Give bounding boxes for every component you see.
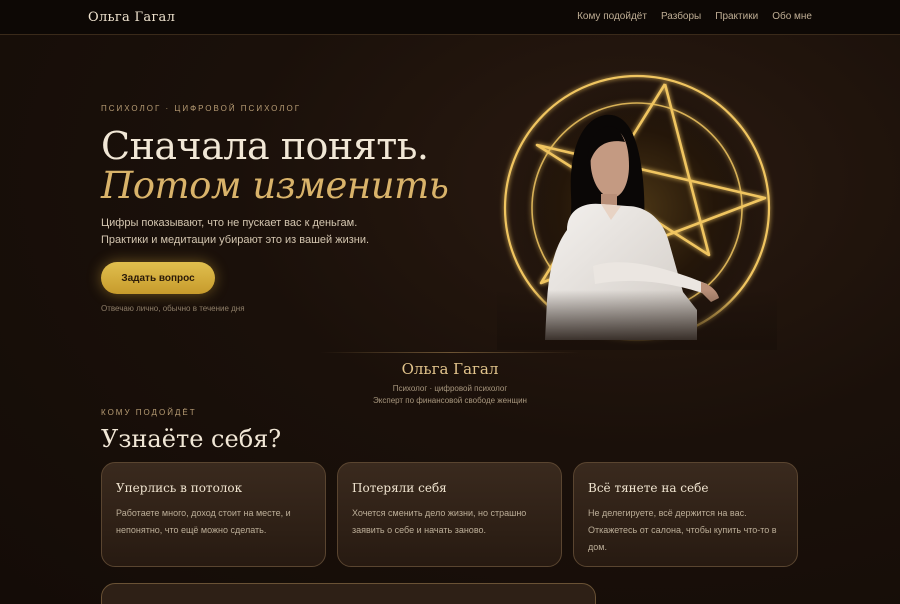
signature-name: Ольга Гагал [401,360,499,378]
nav-item-reviews[interactable]: Разборы [661,11,701,22]
signature-expertise: Эксперт по финансовой свободе женщин [373,396,527,405]
audience-card-carry-all: Всё тянете на себе Не делегируете, всё д… [573,462,798,567]
audience-card-lost-self: Потеряли себя Хочется сменить дело жизни… [337,462,562,567]
audience-title: Узнаёте себя? [101,425,282,453]
ask-question-button[interactable]: Задать вопрос [101,262,215,294]
brand-logo[interactable]: Ольга Гагал [88,10,175,25]
card-text: Не делегируете, всё держится на вас. Отк… [588,508,777,552]
next-section-card [101,583,596,604]
audience-card-ceiling: Уперлись в потолок Работаете много, дохо… [101,462,326,567]
hero-lead-line2: Практики и медитации убирают это из ваше… [101,234,370,246]
nav-item-audience[interactable]: Кому подойдёт [577,11,647,22]
audience-eyebrow: КОМУ ПОДОЙДЁТ [101,408,197,417]
hero-title-line2: Потом изменить [101,164,449,207]
card-title: Потеряли себя [352,481,447,495]
hero-lead: Цифры показывают, что не пускает вас к д… [101,215,369,249]
hero-eyebrow: ПСИХОЛОГ · ЦИФРОВОЙ ПСИХОЛОГ [101,104,302,113]
portrait-illustration [497,74,777,350]
nav-item-practices[interactable]: Практики [715,11,758,22]
card-title: Всё тянете на себе [588,481,709,495]
signature-divider [320,352,580,353]
card-title: Уперлись в потолок [116,481,243,495]
cta-note: Отвечаю лично, обычно в течение дня [101,304,245,313]
card-text: Хочется сменить дело жизни, но страшно з… [352,508,527,535]
top-navbar: Ольга Гагал Кому подойдёт Разборы Практи… [0,0,900,35]
nav-item-about[interactable]: Обо мне [772,11,812,22]
card-text: Работаете много, доход стоит на месте, и… [116,508,291,535]
signature-role: Психолог · цифровой психолог [392,384,508,393]
main-nav: Кому подойдёт Разборы Практики Обо мне [577,11,812,22]
hero-lead-line1: Цифры показывают, что не пускает вас к д… [101,217,358,229]
hero-title-line1: Сначала понять. [101,124,429,168]
